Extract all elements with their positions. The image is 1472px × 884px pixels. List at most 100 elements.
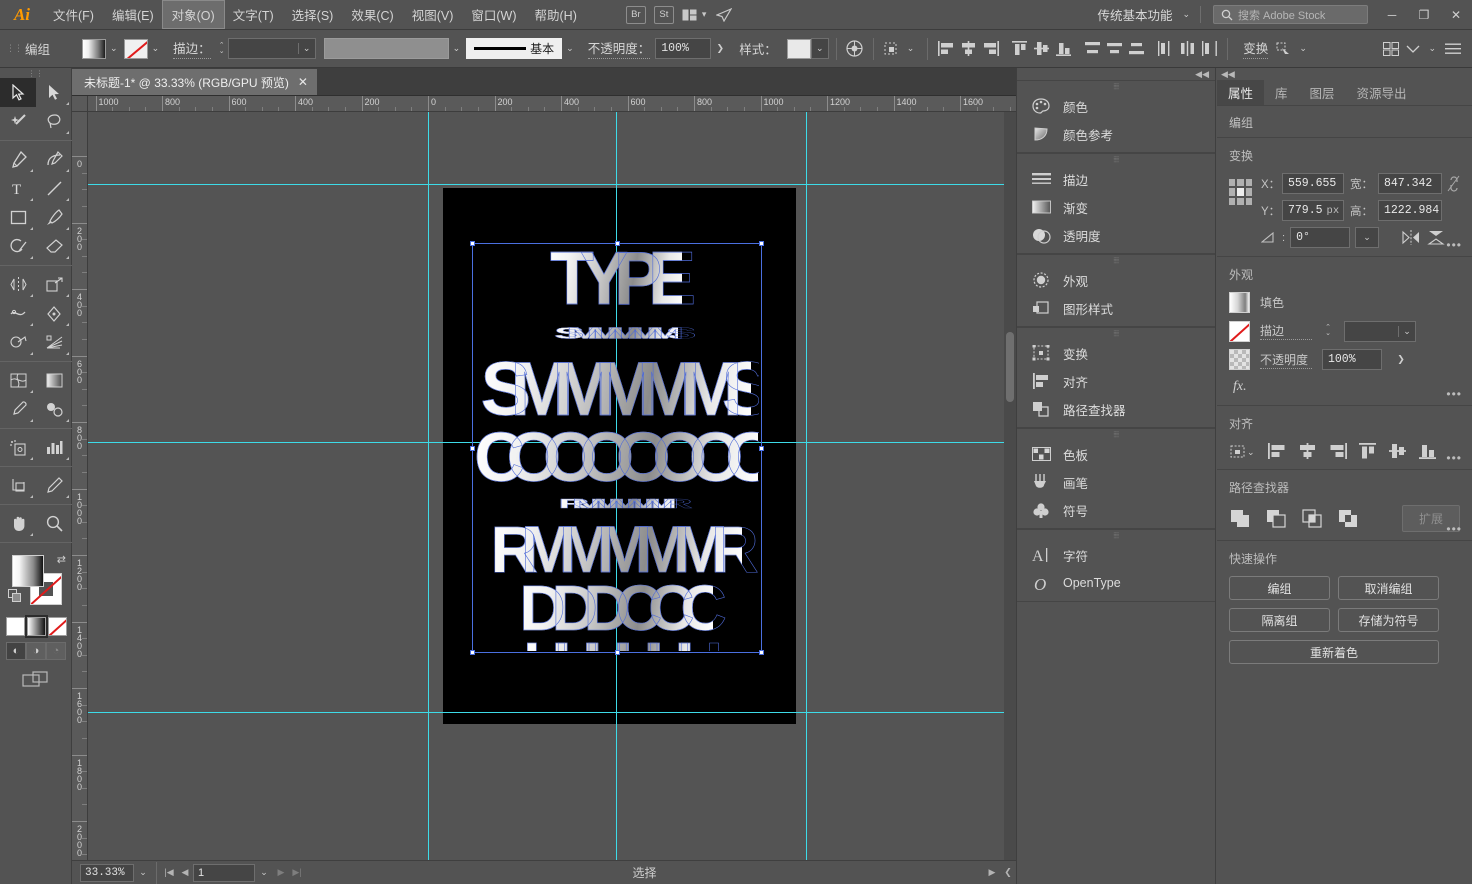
artboard-chevron-down-icon[interactable]: ⌄: [255, 864, 273, 882]
align-bottom-icon[interactable]: [1052, 38, 1074, 60]
ruler-corner[interactable]: [72, 96, 88, 112]
pen-tool[interactable]: [0, 145, 36, 174]
draw-inside-icon[interactable]: ◔: [46, 642, 66, 660]
panel-item-align[interactable]: 对齐: [1017, 367, 1215, 395]
artboard-tool[interactable]: [0, 471, 36, 500]
gradient-tool[interactable]: [36, 366, 72, 395]
opacity-input[interactable]: 100%: [655, 38, 711, 59]
toolbar-grip[interactable]: ⋮⋮: [0, 68, 71, 78]
collapse-panel-icon[interactable]: ◀◀: [1217, 68, 1472, 80]
height-input[interactable]: 1222.984: [1378, 200, 1442, 221]
menu-window[interactable]: 窗口(W): [462, 1, 525, 28]
eyedropper-tool[interactable]: [0, 395, 36, 424]
workspace-selector[interactable]: 传统基本功能: [1091, 5, 1178, 24]
arrange-documents-icon[interactable]: ▾: [682, 9, 707, 21]
magic-wand-tool[interactable]: [0, 107, 36, 136]
minimize-icon[interactable]: ─: [1376, 0, 1408, 30]
panel-item-color-guide[interactable]: 颜色参考: [1017, 120, 1215, 148]
panel-group-grip[interactable]: ⦙⦙⦙⦙: [1017, 81, 1215, 92]
column-graph-tool[interactable]: [36, 433, 72, 462]
style-chevron-down-icon[interactable]: ⌄: [811, 38, 829, 59]
panel-group-grip[interactable]: ⦙⦙⦙⦙: [1017, 429, 1215, 440]
intersect-icon[interactable]: [1301, 508, 1323, 530]
line-segment-tool[interactable]: [36, 174, 72, 203]
brush-chevron-down-icon[interactable]: ⌄: [562, 43, 580, 54]
eraser-tool[interactable]: [36, 232, 72, 261]
symbol-sprayer-tool[interactable]: [0, 433, 36, 462]
document-tab[interactable]: 未标题-1* @ 33.33% (RGB/GPU 预览) ✕: [72, 69, 317, 95]
preferences-icon[interactable]: [1402, 38, 1424, 60]
blend-tool[interactable]: [36, 395, 72, 424]
transform-more-options-icon[interactable]: •••: [1446, 238, 1462, 252]
fill-chevron-down-icon[interactable]: ⌄: [106, 43, 124, 54]
scrollbar-thumb[interactable]: [1006, 332, 1014, 402]
selection-tool[interactable]: [0, 78, 36, 107]
flip-vertical-icon[interactable]: [1426, 228, 1446, 248]
unite-icon[interactable]: [1229, 508, 1251, 530]
distribute-center-h-icon[interactable]: [1176, 38, 1198, 60]
shape-builder-tool[interactable]: [0, 328, 36, 357]
y-input[interactable]: 779.5 px: [1282, 200, 1344, 221]
first-artboard-icon[interactable]: |◀: [161, 864, 177, 882]
menu-help[interactable]: 帮助(H): [526, 1, 586, 28]
distribute-right-icon[interactable]: [1198, 38, 1220, 60]
rotate-tool[interactable]: [0, 270, 36, 299]
stroke-weight-stepper[interactable]: ⌃⌄: [1322, 320, 1334, 342]
x-input[interactable]: 559.655: [1282, 173, 1344, 194]
last-artboard-icon[interactable]: ▶|: [289, 864, 305, 882]
reference-point-selector[interactable]: [1229, 179, 1252, 205]
maximize-icon[interactable]: ❐: [1408, 0, 1440, 30]
color-swatch-button[interactable]: [6, 617, 25, 636]
stroke-weight-stepper[interactable]: ⌃⌄: [216, 38, 228, 60]
align-left-icon[interactable]: [1267, 441, 1287, 461]
draw-behind-icon[interactable]: ◑: [26, 642, 46, 660]
tab-properties[interactable]: 属性: [1217, 80, 1264, 105]
distribute-bottom-icon[interactable]: [1125, 38, 1147, 60]
ungroup-button[interactable]: 取消编组: [1338, 576, 1439, 600]
gradient-swatch-button[interactable]: [27, 617, 46, 636]
group-button[interactable]: 编组: [1229, 576, 1330, 600]
tab-layers[interactable]: 图层: [1299, 80, 1346, 105]
tab-asset-export[interactable]: 资源导出: [1346, 80, 1418, 105]
curvature-tool[interactable]: [36, 145, 72, 174]
tab-libraries[interactable]: 库: [1264, 80, 1299, 105]
panel-chevron-down-icon[interactable]: ⌄: [1424, 43, 1442, 54]
align-center-v-icon[interactable]: [1030, 38, 1052, 60]
unlink-proportions-icon[interactable]: [1447, 175, 1460, 192]
zoom-level-input[interactable]: 33.33%: [80, 864, 134, 882]
menu-effect[interactable]: 效果(C): [342, 1, 402, 28]
select-similar-chevron-down-icon[interactable]: ⌄: [903, 43, 921, 54]
menu-view[interactable]: 视图(V): [403, 1, 463, 28]
swap-fill-stroke-icon[interactable]: ⇄: [57, 553, 66, 566]
paintbrush-tool[interactable]: [36, 203, 72, 232]
fill-swatch[interactable]: [82, 39, 106, 59]
menu-object[interactable]: 对象(O): [163, 1, 224, 28]
opacity-label[interactable]: 不透明度: [1260, 351, 1312, 369]
panel-group-grip[interactable]: ⦙⦙⦙⦙: [1017, 255, 1215, 266]
align-right-icon[interactable]: [979, 38, 1001, 60]
stock-icon[interactable]: St: [654, 6, 674, 24]
recolor-button[interactable]: 重新着色: [1229, 640, 1439, 664]
artboard-number-input[interactable]: 1: [193, 864, 255, 882]
menu-file[interactable]: 文件(F): [44, 1, 103, 28]
status-collapse-icon[interactable]: ❮: [1000, 864, 1016, 882]
zoom-chevron-down-icon[interactable]: ⌄: [134, 864, 152, 882]
panel-item-graphic-styles[interactable]: 图形样式: [1017, 294, 1215, 322]
close-tab-icon[interactable]: ✕: [298, 75, 308, 89]
appearance-more-options-icon[interactable]: •••: [1446, 387, 1462, 401]
previous-artboard-icon[interactable]: ◀: [177, 864, 193, 882]
panel-item-opentype[interactable]: O OpenType: [1017, 569, 1215, 597]
transform-label[interactable]: 变换: [1243, 38, 1268, 59]
bridge-icon[interactable]: Br: [626, 6, 646, 24]
none-swatch-button[interactable]: [48, 617, 67, 636]
panel-item-appearance[interactable]: 外观: [1017, 266, 1215, 294]
panel-item-gradient[interactable]: 渐变: [1017, 193, 1215, 221]
flip-horizontal-icon[interactable]: [1401, 228, 1421, 248]
panel-item-brushes[interactable]: 画笔: [1017, 468, 1215, 496]
panel-item-pathfinder[interactable]: 路径查找器: [1017, 395, 1215, 423]
stock-search-input[interactable]: 搜索 Adobe Stock: [1213, 5, 1368, 24]
zoom-tool[interactable]: [36, 509, 72, 538]
status-flyout-icon[interactable]: ▶: [984, 864, 1000, 882]
panel-item-character[interactable]: A 字符: [1017, 541, 1215, 569]
shaper-tool[interactable]: [0, 232, 36, 261]
